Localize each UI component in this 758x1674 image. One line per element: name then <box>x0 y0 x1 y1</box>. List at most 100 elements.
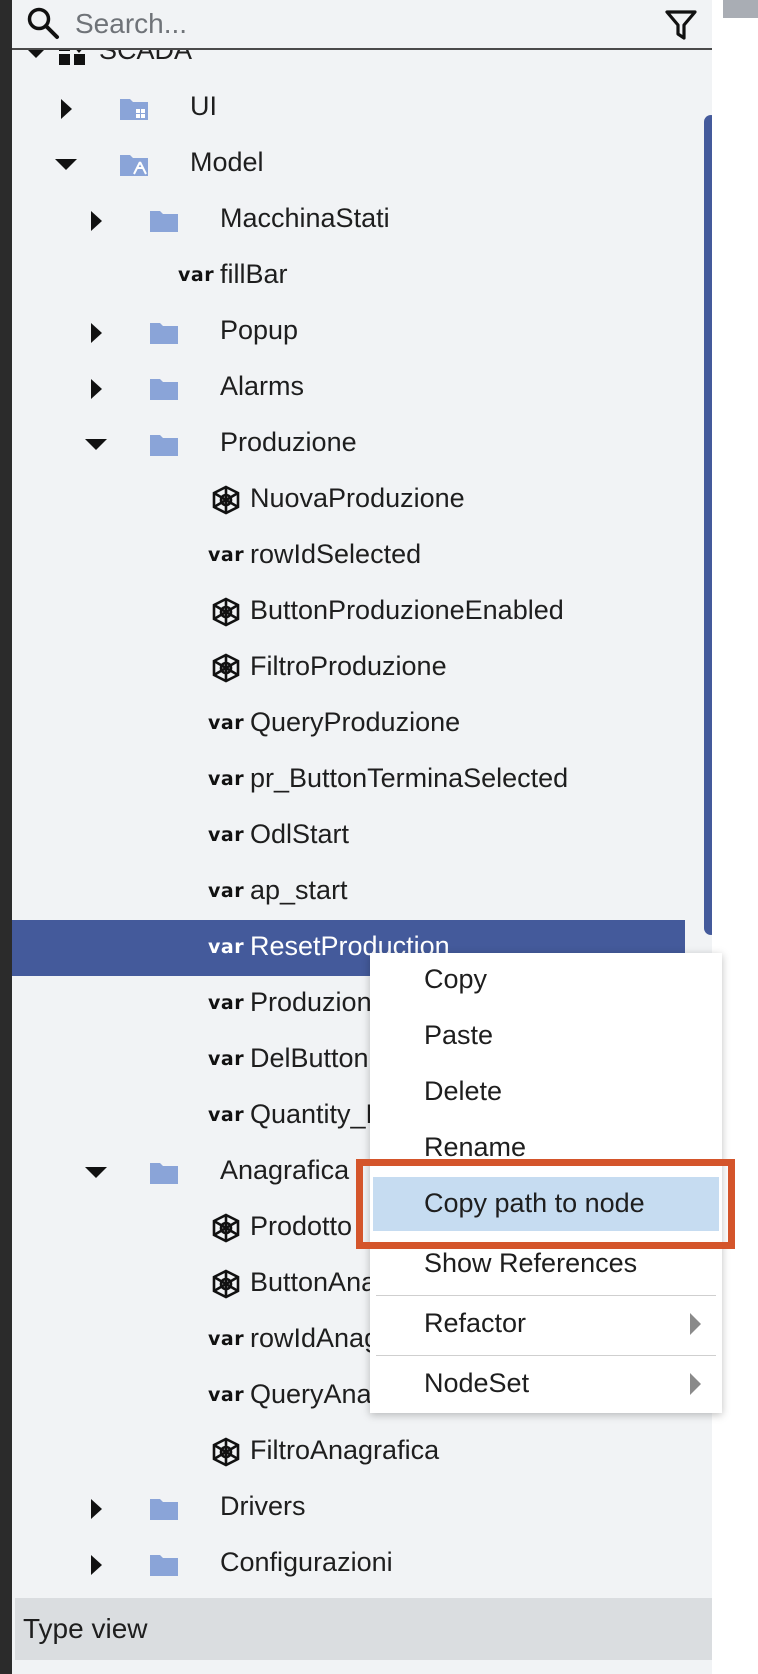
tree-node[interactable]: var QueryProduzione <box>12 696 685 752</box>
tree-node[interactable]: Model <box>12 136 685 192</box>
expand-arrow-icon[interactable] <box>85 1553 107 1575</box>
tree-node-label: SCADA <box>99 50 193 65</box>
expand-arrow-icon[interactable] <box>85 377 107 399</box>
type-view-label: Type view <box>23 1613 148 1644</box>
tree-node-label: pr_ButtonTerminaSelected <box>250 763 569 793</box>
editor-area <box>712 0 758 1674</box>
variable-icon: var <box>208 1104 245 1126</box>
variable-icon: var <box>208 1328 245 1350</box>
variable-icon: var <box>208 1384 245 1406</box>
folder-icon <box>150 1555 178 1576</box>
menu-item-label: Refactor <box>424 1308 527 1338</box>
menu-item-label: Show References <box>424 1248 638 1278</box>
tree-node-label: rowIdSelected <box>250 539 422 569</box>
tree-node-label: Prodotto <box>250 1211 353 1241</box>
submenu-arrow-icon <box>690 1313 701 1335</box>
tree-node[interactable]: UI <box>12 80 685 136</box>
tree-node[interactable]: var OdlStart <box>12 808 685 864</box>
tree-node-label: MacchinaStati <box>220 203 390 233</box>
window-edge <box>0 0 12 1674</box>
tree-node-label: UI <box>190 91 217 121</box>
tree-node-label: FiltroAnagrafica <box>250 1435 440 1465</box>
tree-node[interactable]: var rowIdSelected <box>12 528 685 584</box>
tree-node[interactable]: SCADA <box>12 50 685 80</box>
menu-item-copy[interactable]: Copy <box>370 953 722 1009</box>
variable-icon: var <box>208 712 245 734</box>
variable-icon: var <box>208 768 245 790</box>
scada-icon <box>59 50 85 65</box>
folder-icon <box>150 1499 178 1520</box>
collapse-arrow-icon[interactable] <box>55 153 77 175</box>
folder-icon <box>150 1163 178 1184</box>
tree-node-label: ButtonProduzioneEnabled <box>250 595 564 625</box>
object-icon <box>212 1269 240 1299</box>
menu-item-label: NodeSet <box>424 1368 530 1398</box>
variable-icon: var <box>208 824 245 846</box>
tree-node[interactable]: Drivers <box>12 1480 685 1536</box>
variable-icon: var <box>208 880 245 902</box>
tree-node[interactable]: Configurazioni <box>12 1536 685 1592</box>
object-icon <box>212 485 240 515</box>
collapse-arrow-icon[interactable] <box>85 433 107 455</box>
tree-node[interactable]: FiltroProduzione <box>12 640 685 696</box>
expand-arrow-icon[interactable] <box>55 97 77 119</box>
variable-icon: var <box>178 264 215 286</box>
filter-icon[interactable] <box>664 8 698 42</box>
menu-item-label: Delete <box>424 1076 503 1106</box>
submenu-arrow-icon <box>690 1373 701 1395</box>
tree-node[interactable]: var ap_start <box>12 864 685 920</box>
collapse-arrow-icon[interactable] <box>25 50 47 63</box>
tree-node[interactable]: Popup <box>12 304 685 360</box>
menu-item-paste[interactable]: Paste <box>370 1009 722 1065</box>
tree-node[interactable]: var fillBar <box>12 248 685 304</box>
search-icon <box>27 7 59 39</box>
menu-item-label: Paste <box>424 1020 494 1050</box>
variable-icon: var <box>208 1048 245 1070</box>
expand-arrow-icon[interactable] <box>85 209 107 231</box>
menu-item-nodeset[interactable]: NodeSet <box>370 1357 722 1413</box>
tree-node[interactable]: ButtonProduzioneEnabled <box>12 584 685 640</box>
object-icon <box>212 597 240 627</box>
object-icon <box>212 1437 240 1467</box>
search-input[interactable] <box>75 6 635 42</box>
type-view-bar[interactable]: Type view <box>15 1598 712 1660</box>
tree-node[interactable]: FiltroAnagrafica <box>12 1424 685 1480</box>
expand-arrow-icon[interactable] <box>85 321 107 343</box>
tree-node-label: Model <box>190 147 264 177</box>
object-icon <box>212 1213 240 1243</box>
menu-item-delete[interactable]: Delete <box>370 1065 722 1121</box>
tree-node-label: NuovaProduzione <box>250 483 465 513</box>
tree-scrollbar[interactable] <box>704 115 712 935</box>
tree-node-label: QueryProduzione <box>250 707 461 737</box>
tree-node-label: Anagrafica <box>220 1155 350 1185</box>
folder-icon <box>150 379 178 400</box>
tree-node[interactable]: MacchinaStati <box>12 192 685 248</box>
object-icon <box>212 653 240 683</box>
menu-separator <box>376 1355 716 1356</box>
variable-icon: var <box>208 936 245 958</box>
collapse-arrow-icon[interactable] <box>85 1161 107 1183</box>
tree-node-label: Popup <box>220 315 299 345</box>
folder-icon <box>150 435 178 456</box>
tree-node-label: fillBar <box>220 259 288 289</box>
menu-item-label: Copy <box>424 964 488 994</box>
model-folder-icon <box>120 155 148 176</box>
folder-icon <box>150 323 178 344</box>
search-bar <box>12 0 712 50</box>
tree-node-label: Configurazioni <box>220 1547 393 1577</box>
tree-node[interactable]: Alarms <box>12 360 685 416</box>
tree-node[interactable]: Produzione <box>12 416 685 472</box>
tree-node-label: OdlStart <box>250 819 350 849</box>
tree-node-label: Alarms <box>220 371 305 401</box>
editor-tab[interactable] <box>723 0 758 18</box>
callout-highlight <box>356 1159 735 1249</box>
tree-node[interactable]: NuovaProduzione <box>12 472 685 528</box>
tree-node-label: ap_start <box>250 875 348 905</box>
tree-node-label: Drivers <box>220 1491 306 1521</box>
tree-node[interactable]: var pr_ButtonTerminaSelected <box>12 752 685 808</box>
folder-icon <box>150 211 178 232</box>
menu-item-refactor[interactable]: Refactor <box>370 1297 722 1353</box>
expand-arrow-icon[interactable] <box>85 1497 107 1519</box>
ui-folder-icon <box>120 99 148 120</box>
tree-node-label: Produzione <box>220 427 357 457</box>
